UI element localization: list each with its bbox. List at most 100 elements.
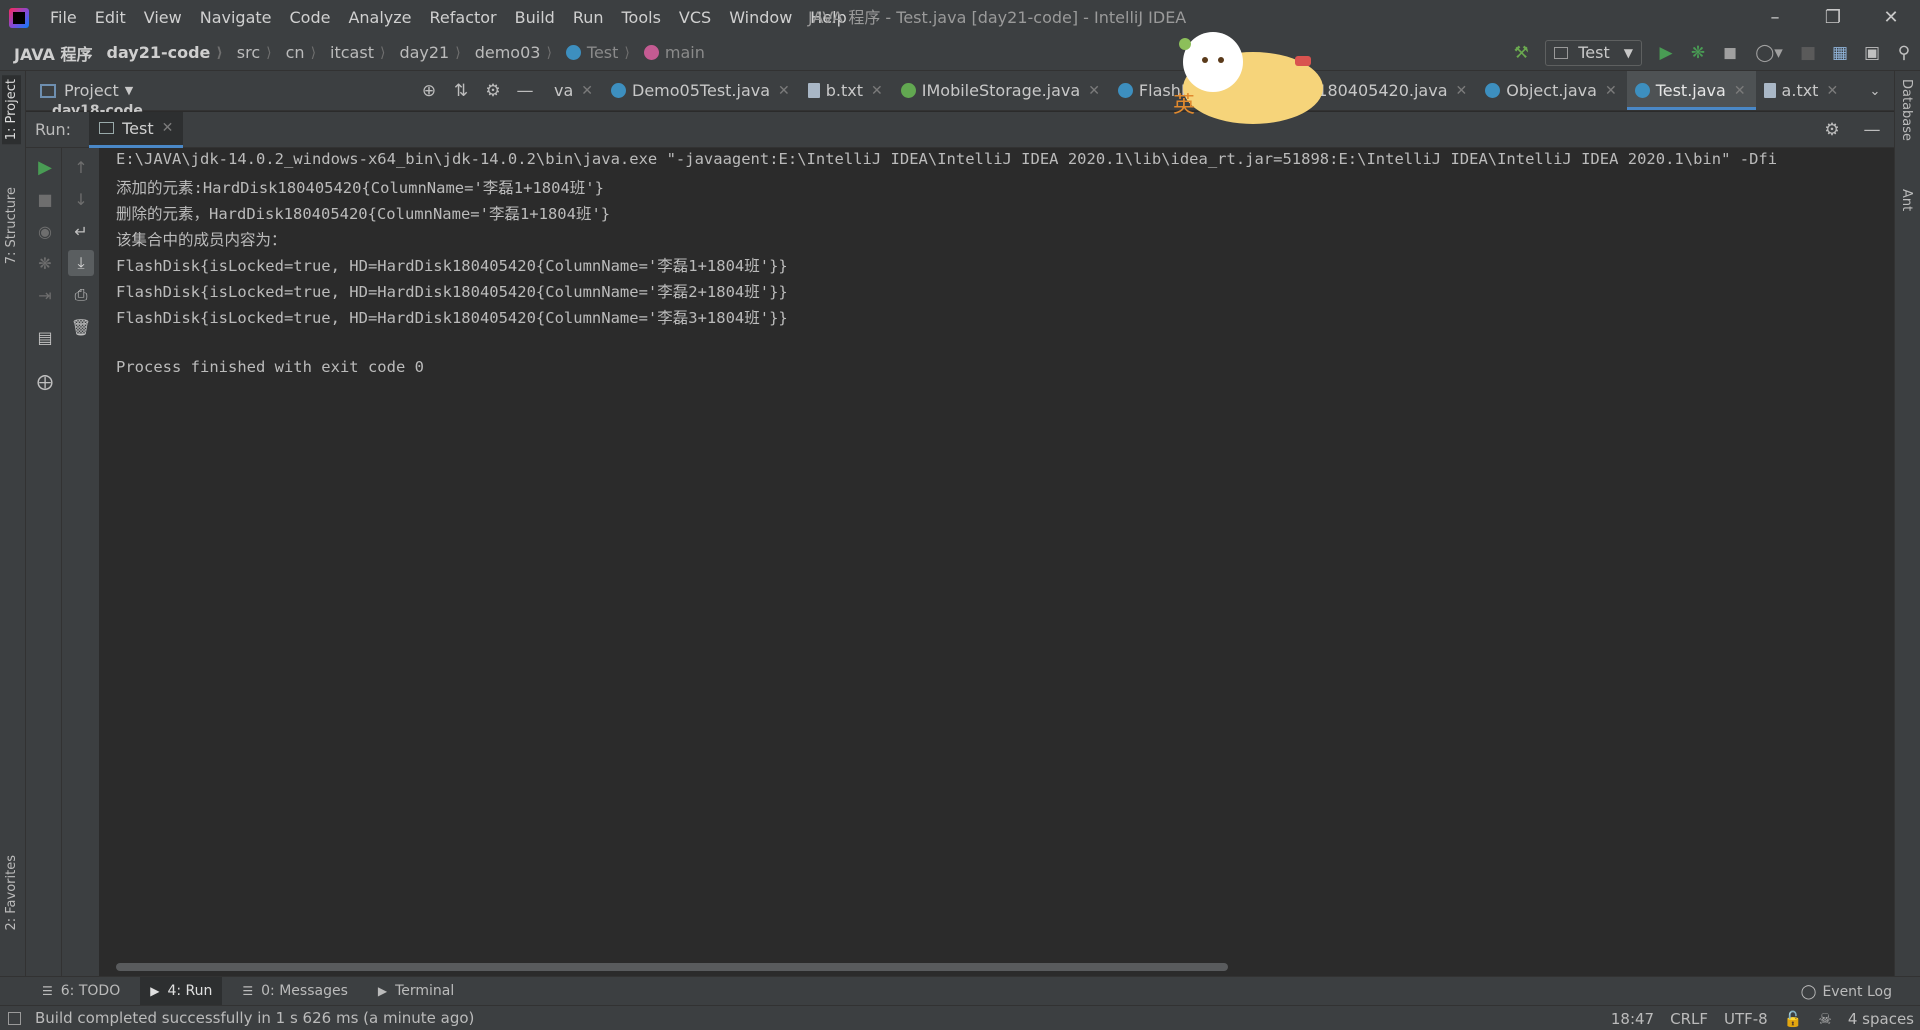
caret-position[interactable]: 18:47	[1611, 1010, 1654, 1028]
editor-tab[interactable]: b.txt ✕	[800, 71, 893, 110]
file-encoding[interactable]: UTF-8	[1724, 1010, 1768, 1028]
collapse-all-icon[interactable]: ⇅	[448, 78, 474, 104]
breadcrumb-demo03[interactable]: demo03 ⟩	[461, 43, 552, 62]
tab-project[interactable]: 1: Project	[2, 75, 21, 145]
status-message[interactable]: Build completed successfully in 1 s 626 …	[8, 1009, 474, 1027]
editor-tab[interactable]: a.txt ✕	[1756, 71, 1849, 110]
close-icon[interactable]: ✕	[1862, 0, 1920, 35]
tab-terminal[interactable]: ▶ Terminal	[368, 977, 464, 1006]
soft-wrap-icon[interactable]: ↵	[68, 218, 94, 244]
menu-analyze[interactable]: Analyze	[339, 0, 420, 35]
menu-run[interactable]: Run	[564, 0, 613, 35]
arrow-down-icon[interactable]: ↓	[68, 186, 94, 212]
exit-icon[interactable]: ⇥	[32, 282, 58, 308]
hide-panel-icon[interactable]: —	[1856, 114, 1888, 146]
editor-tab[interactable]: va ✕	[546, 71, 603, 110]
stop-icon[interactable]: ■	[1792, 37, 1824, 69]
project-title[interactable]: Project	[64, 81, 119, 100]
close-icon[interactable]: ✕	[1826, 83, 1838, 99]
indent-setting[interactable]: 4 spaces	[1848, 1010, 1914, 1028]
arrow-up-icon[interactable]: ↑	[68, 154, 94, 180]
status-right: 18:47 CRLF UTF-8 🔓 ☠ 4 spaces	[1611, 1006, 1914, 1030]
editor-tab[interactable]: Demo05Test.java ✕	[603, 71, 800, 110]
editor-tab-active[interactable]: Test.java ✕	[1626, 71, 1756, 110]
run-toolbar-primary: ▶ ■ ◉ ❋ ⇥ ▤ ⨁	[26, 148, 62, 976]
bug-icon[interactable]: ❋	[32, 250, 58, 276]
close-icon[interactable]: ✕	[1605, 83, 1617, 99]
menu-tools[interactable]: Tools	[613, 0, 670, 35]
coverage-icon[interactable]: ◼	[1714, 37, 1746, 69]
debug-icon[interactable]: ❋	[1682, 37, 1714, 69]
breadcrumb-label: day21-code	[106, 43, 211, 62]
project-structure-icon[interactable]: ▦	[1824, 37, 1856, 69]
close-icon[interactable]: ✕	[1734, 83, 1746, 99]
menu-file[interactable]: File	[41, 0, 86, 35]
run-toolbar-secondary: ↑ ↓ ↵ ⤓ ⎙ 🗑	[62, 148, 100, 976]
breadcrumb-src[interactable]: src ⟩	[223, 43, 272, 62]
breadcrumb-project[interactable]: JAVA 程序	[0, 41, 93, 65]
tab-todo[interactable]: ☰ 6: TODO	[32, 977, 130, 1006]
menu-build[interactable]: Build	[506, 0, 564, 35]
trash-icon[interactable]: 🗑	[68, 314, 94, 340]
breadcrumb-cn[interactable]: cn ⟩	[272, 43, 316, 62]
scroll-to-end-icon[interactable]: ⤓	[68, 250, 94, 276]
search-icon[interactable]: ⚲	[1888, 37, 1920, 69]
run-tab-test[interactable]: Test ✕	[89, 111, 184, 148]
interface-icon	[900, 83, 916, 98]
rerun-icon[interactable]: ▶	[32, 154, 58, 180]
editor-tab[interactable]: Object.java ✕	[1477, 71, 1626, 110]
run-config-selector[interactable]: Test ▼	[1545, 39, 1642, 66]
menu-code[interactable]: Code	[281, 0, 340, 35]
profile-icon[interactable]: ◯▾	[1746, 37, 1792, 69]
breadcrumb-main[interactable]: main	[630, 43, 705, 62]
layout-icon[interactable]: ▤	[32, 324, 58, 350]
breadcrumb-day21[interactable]: day21 ⟩	[385, 43, 460, 62]
menu-view[interactable]: View	[135, 0, 191, 35]
horizontal-scrollbar[interactable]	[116, 963, 1228, 971]
menu-navigate[interactable]: Navigate	[191, 0, 281, 35]
run-icon[interactable]: ▶	[1650, 37, 1682, 69]
close-icon[interactable]: ✕	[1088, 83, 1100, 99]
tab-favorites[interactable]: 2: Favorites	[2, 851, 21, 935]
close-icon[interactable]: ✕	[1456, 83, 1468, 99]
tab-messages[interactable]: ☰ 0: Messages	[232, 977, 358, 1006]
gear-icon[interactable]: ⚙	[1816, 114, 1848, 146]
stop-icon[interactable]: ■	[32, 186, 58, 212]
breadcrumb-test[interactable]: Test ⟩	[552, 43, 630, 62]
locate-icon[interactable]: ⊕	[416, 78, 442, 104]
toggle-tool-windows-icon[interactable]	[8, 1011, 21, 1025]
print-icon[interactable]: ⎙	[68, 282, 94, 308]
breadcrumb-module[interactable]: day21-code ⟩	[93, 43, 223, 62]
tab-event-log[interactable]: ◯ Event Log	[1801, 977, 1892, 1006]
minimize-icon[interactable]: –	[1746, 0, 1804, 35]
breadcrumb-itcast[interactable]: itcast ⟩	[316, 43, 385, 62]
editor-tab[interactable]: IMobileStorage.java ✕	[893, 71, 1110, 110]
inspector-icon[interactable]: ☠	[1818, 1010, 1831, 1028]
hide-panel-icon[interactable]: —	[512, 78, 538, 104]
lock-icon[interactable]: 🔓	[1784, 1010, 1803, 1028]
camera-icon[interactable]: ◉	[32, 218, 58, 244]
console-output[interactable]: E:\JAVA\jdk-14.0.2_windows-x64_bin\jdk-1…	[100, 148, 1894, 976]
tab-ant[interactable]: Ant	[1899, 189, 1914, 211]
run-panel-header: Run: Test ✕ ⚙ —	[26, 111, 1894, 148]
tab-structure[interactable]: 7: Structure	[2, 183, 21, 268]
window-layout-icon[interactable]: ▣	[1856, 37, 1888, 69]
menu-edit[interactable]: Edit	[86, 0, 135, 35]
line-separator[interactable]: CRLF	[1670, 1010, 1708, 1028]
close-icon[interactable]: ✕	[778, 83, 790, 99]
dropdown-arrow-icon[interactable]: ▼	[125, 84, 133, 97]
close-icon[interactable]: ✕	[581, 83, 593, 99]
menu-refactor[interactable]: Refactor	[421, 0, 506, 35]
restore-icon[interactable]: ❐	[1804, 0, 1862, 35]
pin-icon[interactable]: ⨁	[32, 368, 58, 394]
tabs-overflow-chevron-icon[interactable]: ⌄	[1862, 71, 1888, 111]
tab-database[interactable]: Database	[1899, 79, 1914, 141]
close-icon[interactable]: ✕	[162, 120, 174, 136]
menu-vcs[interactable]: VCS	[670, 0, 720, 35]
tab-run[interactable]: ▶ 4: Run	[140, 976, 223, 1006]
close-icon[interactable]: ✕	[871, 83, 883, 99]
menu-window[interactable]: Window	[720, 0, 801, 35]
build-hammer-icon[interactable]: ⚒	[1505, 37, 1537, 69]
class-icon	[1634, 83, 1650, 98]
gear-icon[interactable]: ⚙	[480, 78, 506, 104]
